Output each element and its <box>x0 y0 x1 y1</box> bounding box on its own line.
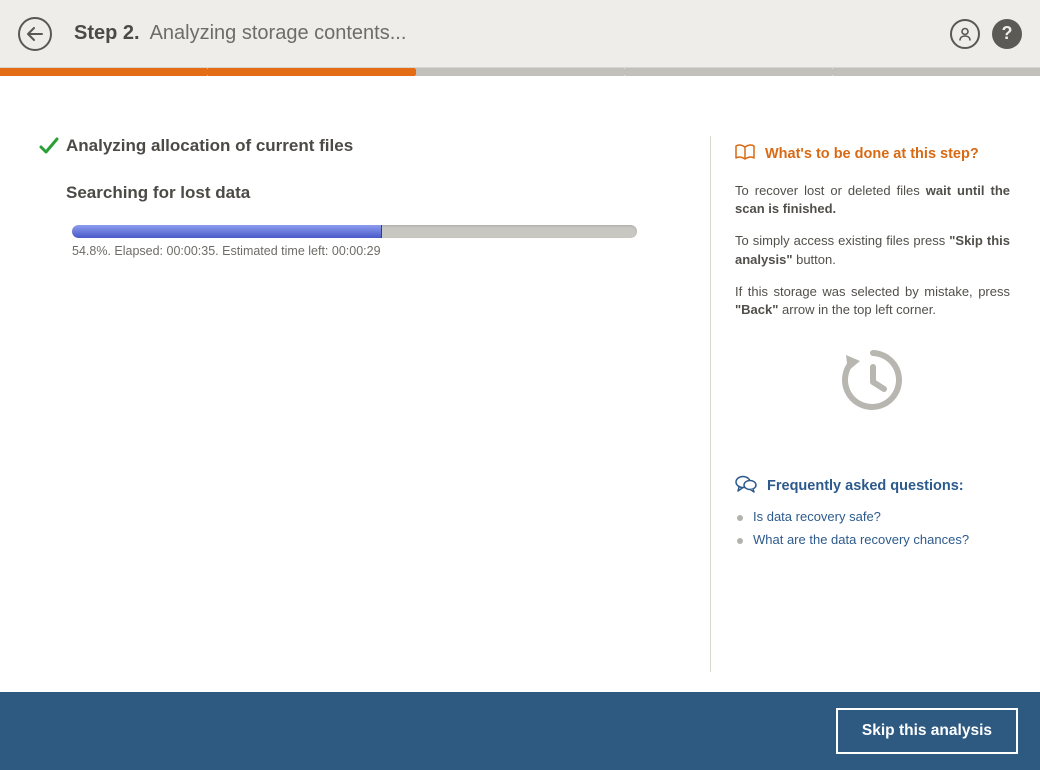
footer: Skip this analysis <box>0 692 1040 770</box>
progress-bar <box>72 225 637 238</box>
side-panel: What's to be done at this step? To recov… <box>710 136 1010 672</box>
step-segment-5 <box>833 68 1040 76</box>
checkmark-icon <box>38 136 66 161</box>
side-heading: What's to be done at this step? <box>735 144 1010 164</box>
faq-link-2[interactable]: What are the data recovery chances? <box>735 532 1010 547</box>
faq-heading: Frequently asked questions: <box>735 475 1010 497</box>
chat-icon <box>735 475 757 497</box>
side-para-3: If this storage was selected by mistake,… <box>735 283 1010 319</box>
page-title: Step 2. Analyzing storage contents... <box>74 22 406 45</box>
header: Step 2. Analyzing storage contents... ? <box>0 0 1040 68</box>
progress-block: 54.8%. Elapsed: 00:00:35. Estimated time… <box>72 225 680 258</box>
skip-analysis-button[interactable]: Skip this analysis <box>836 708 1018 754</box>
arrow-left-icon <box>27 27 43 41</box>
step-segment-3 <box>416 68 623 76</box>
step-segment-2 <box>208 68 415 76</box>
question-icon: ? <box>1002 23 1013 44</box>
task-row-active: Searching for lost data <box>72 183 680 203</box>
user-icon <box>958 27 972 41</box>
side-heading-text: What's to be done at this step? <box>765 146 979 162</box>
task-row-done: Analyzing allocation of current files <box>72 136 680 161</box>
wizard-steps-bar <box>0 68 1040 76</box>
help-button[interactable]: ? <box>992 19 1022 49</box>
task-title-done: Analyzing allocation of current files <box>66 136 353 156</box>
progress-bar-fill <box>72 225 382 238</box>
side-para-2: To simply access existing files press "S… <box>735 232 1010 268</box>
step-title-text: Analyzing storage contents... <box>150 22 407 45</box>
back-button[interactable] <box>18 17 52 51</box>
faq-heading-text: Frequently asked questions: <box>767 478 964 494</box>
clock-rewind-icon <box>735 345 1010 415</box>
progress-caption: 54.8%. Elapsed: 00:00:35. Estimated time… <box>72 244 680 258</box>
task-title-active: Searching for lost data <box>66 183 250 203</box>
step-segment-4 <box>625 68 832 76</box>
step-segment-1 <box>0 68 207 76</box>
main-panel: Analyzing allocation of current files Se… <box>72 136 710 672</box>
step-number: Step 2. <box>74 22 140 45</box>
side-para-1: To recover lost or deleted files wait un… <box>735 182 1010 218</box>
faq-list: Is data recovery safe? What are the data… <box>735 509 1010 547</box>
account-button[interactable] <box>950 19 980 49</box>
faq-link-1[interactable]: Is data recovery safe? <box>735 509 1010 524</box>
book-icon <box>735 144 755 164</box>
